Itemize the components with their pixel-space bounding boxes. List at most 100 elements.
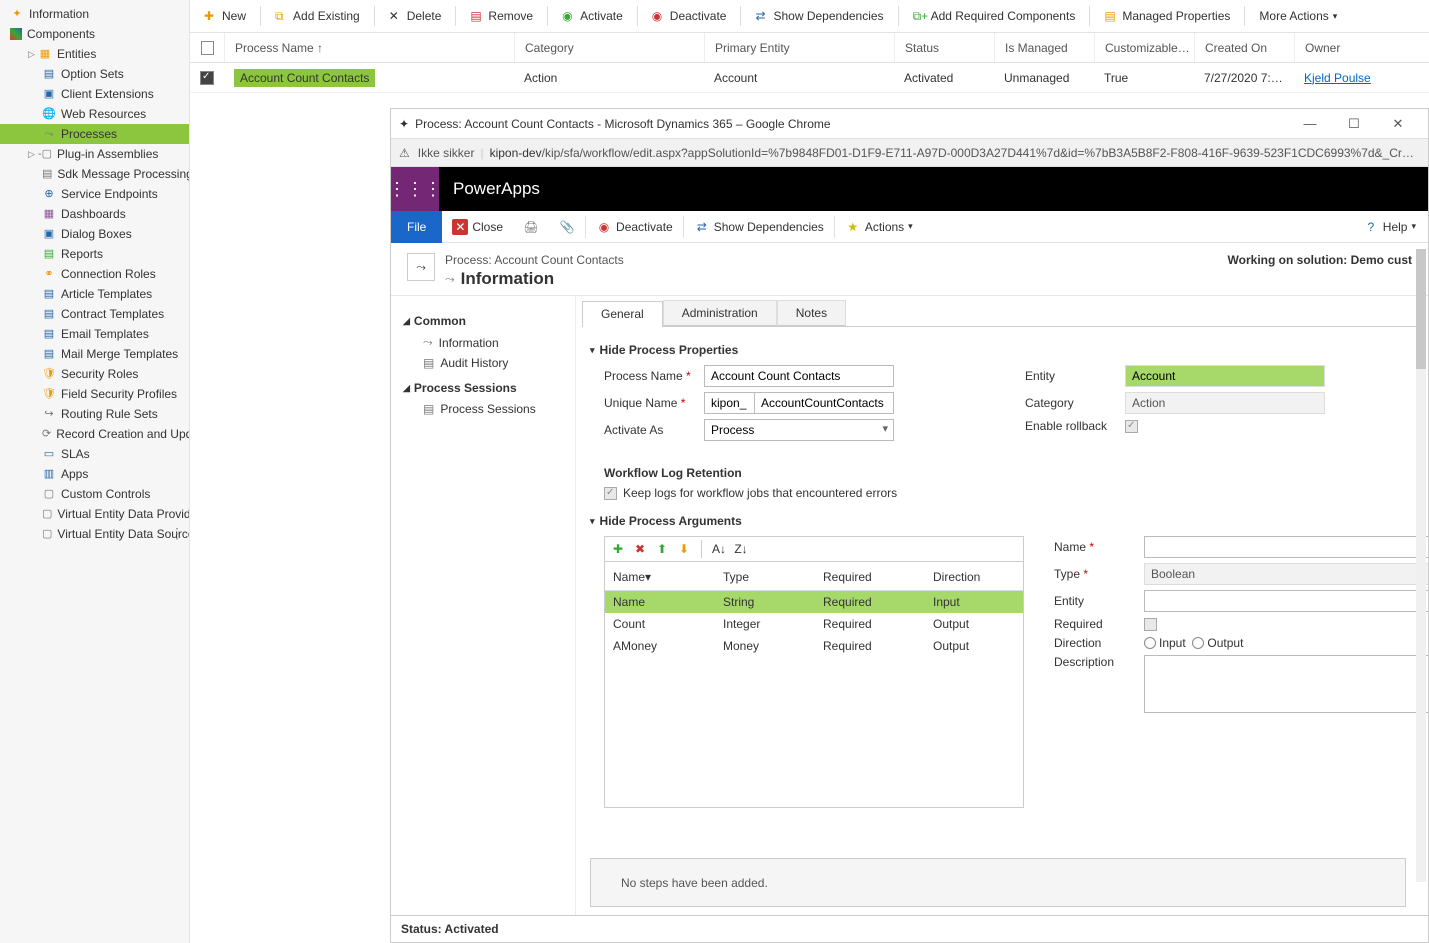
col-status[interactable]: Status (894, 33, 994, 62)
nav-article-templates[interactable]: ▤Article Templates (0, 284, 189, 304)
btn-remove[interactable]: ▤Remove (462, 4, 541, 28)
radio-direction-input[interactable] (1144, 637, 1156, 649)
radio-direction-output[interactable] (1192, 637, 1204, 649)
btn-add-existing[interactable]: ⧉Add Existing (267, 4, 368, 28)
nav-routing-rules[interactable]: ↪Routing Rule Sets (0, 404, 189, 424)
nav-group-common[interactable]: ◢Common (403, 314, 563, 328)
nav-field-security[interactable]: 🛡Field Security Profiles (0, 384, 189, 404)
tab-admin[interactable]: Administration (663, 300, 777, 326)
col-created-on[interactable]: Created On (1194, 33, 1294, 62)
args-col-required[interactable]: Required (819, 568, 929, 586)
nav-dialog-boxes[interactable]: ▣Dialog Boxes (0, 224, 189, 244)
checkbox-keep-logs[interactable] (604, 487, 617, 500)
arg-add[interactable]: ✚ (609, 540, 627, 558)
nav-ve-providers[interactable]: ▢Virtual Entity Data Providers (0, 504, 189, 524)
args-col-name[interactable]: Name▾ (609, 568, 719, 586)
ribbon-deactivate[interactable]: ◉Deactivate (586, 211, 683, 242)
select-activate-as[interactable] (704, 419, 894, 441)
nav-item-sessions[interactable]: ▤Process Sessions (403, 399, 563, 419)
ribbon-help[interactable]: ?Help ▾ (1363, 219, 1428, 235)
col-category[interactable]: Category (514, 33, 704, 62)
nav-mailmerge-templates[interactable]: ▤Mail Merge Templates (0, 344, 189, 364)
nav-components[interactable]: Components (0, 24, 189, 44)
nav-client-extensions[interactable]: ▣Client Extensions (0, 84, 189, 104)
col-primary-entity[interactable]: Primary Entity (704, 33, 894, 62)
form-switch-icon[interactable]: ⤳ (445, 272, 455, 287)
args-col-type[interactable]: Type (719, 568, 819, 586)
args-col-direction[interactable]: Direction (929, 568, 1019, 586)
arg-delete[interactable]: ✖ (631, 540, 649, 558)
checkbox-arg-required[interactable] (1144, 618, 1157, 631)
nav-apps[interactable]: ▥Apps (0, 464, 189, 484)
nav-sdk-messages[interactable]: ▤Sdk Message Processing St… (0, 164, 189, 184)
nav-dashboards[interactable]: ▦Dashboards (0, 204, 189, 224)
tab-general[interactable]: General (582, 301, 663, 327)
window-maximize[interactable]: ☐ (1332, 110, 1376, 138)
ribbon-save-icon[interactable]: 🖨 (513, 211, 549, 242)
checkbox-rollback[interactable] (1125, 420, 1138, 433)
nav-plugin-assemblies[interactable]: ▷-▢Plug-in Assemblies (0, 144, 189, 164)
input-arg-name[interactable] (1144, 536, 1428, 558)
input-process-name[interactable] (704, 365, 894, 387)
arg-move-down[interactable]: ⬇ (675, 540, 693, 558)
btn-show-dep[interactable]: ⇄Show Dependencies (747, 4, 891, 28)
btn-add-required[interactable]: ⧉+Add Required Components (905, 4, 1084, 28)
nav-entities[interactable]: ▷▦Entities (0, 44, 189, 64)
col-is-managed[interactable]: Is Managed (994, 33, 1094, 62)
nav-drag-handle[interactable]: ⋮ (170, 525, 182, 542)
window-close[interactable]: ✕ (1376, 110, 1420, 138)
btn-deactivate[interactable]: ◉Deactivate (644, 4, 735, 28)
tab-notes[interactable]: Notes (777, 300, 846, 326)
nav-processes[interactable]: ⤳Processes (0, 124, 189, 144)
nav-web-resources[interactable]: 🌐Web Resources (0, 104, 189, 124)
arg-row[interactable]: NameStringRequiredInput (605, 591, 1023, 613)
ribbon-attach[interactable]: 📎 (549, 211, 585, 242)
nav-ve-sources[interactable]: ▢Virtual Entity Data Sources (0, 524, 189, 544)
nav-reports[interactable]: ▤Reports (0, 244, 189, 264)
nav-service-endpoints[interactable]: ⊕Service Endpoints (0, 184, 189, 204)
arg-sort-asc[interactable]: A↓ (710, 540, 728, 558)
select-arg-entity[interactable] (1144, 590, 1428, 612)
nav-option-sets[interactable]: ▤Option Sets (0, 64, 189, 84)
arg-row[interactable]: CountIntegerRequiredOutput (605, 613, 1023, 635)
input-unique-prefix[interactable] (704, 392, 754, 414)
file-tab[interactable]: File (391, 211, 442, 243)
nav-slas[interactable]: ▭SLAs (0, 444, 189, 464)
ribbon-actions[interactable]: ★Actions ▾ (835, 211, 923, 242)
nav-item-information[interactable]: ⤳Information (403, 332, 563, 353)
vertical-scrollbar[interactable] (1416, 296, 1426, 882)
btn-managed-props[interactable]: ▤Managed Properties (1096, 4, 1238, 28)
row-owner-link[interactable]: Kjeld Poulse (1304, 71, 1371, 85)
select-arg-type[interactable] (1144, 563, 1428, 585)
ribbon-close[interactable]: ✕Close (442, 211, 513, 242)
input-unique-name[interactable] (754, 392, 894, 414)
btn-delete[interactable]: ✕Delete (381, 4, 450, 28)
select-all-checkbox[interactable] (201, 41, 214, 55)
nav-group-sessions[interactable]: ◢Process Sessions (403, 381, 563, 395)
nav-custom-controls[interactable]: ▢Custom Controls (0, 484, 189, 504)
app-launcher[interactable]: ⋮⋮⋮ (391, 167, 439, 211)
nav-connection-roles[interactable]: ⚭Connection Roles (0, 264, 189, 284)
col-owner[interactable]: Owner (1294, 33, 1429, 62)
arg-row[interactable]: AMoneyMoneyRequiredOutput (605, 635, 1023, 657)
section-process-arguments[interactable]: ▾Hide Process Arguments (590, 514, 1420, 528)
arg-move-up[interactable]: ⬆ (653, 540, 671, 558)
nav-information[interactable]: ✦Information (0, 4, 189, 24)
nav-record-creation[interactable]: ⟳Record Creation and Upda… (0, 424, 189, 444)
nav-item-audit[interactable]: ▤Audit History (403, 353, 563, 373)
grid-row[interactable]: Account Count Contacts Action Account Ac… (190, 63, 1429, 93)
window-minimize[interactable]: — (1288, 110, 1332, 138)
btn-more-actions[interactable]: More Actions ▾ (1251, 4, 1345, 28)
nav-contract-templates[interactable]: ▤Contract Templates (0, 304, 189, 324)
ribbon-show-dep[interactable]: ⇄Show Dependencies (684, 211, 834, 242)
btn-new[interactable]: ✚New (196, 4, 254, 28)
arg-sort-desc[interactable]: Z↓ (732, 540, 750, 558)
col-process-name[interactable]: Process Name ↑ (224, 33, 514, 62)
textarea-arg-description[interactable] (1144, 655, 1428, 713)
btn-activate[interactable]: ◉Activate (554, 4, 631, 28)
nav-security-roles[interactable]: 🛡Security Roles (0, 364, 189, 384)
col-customizable[interactable]: Customizable… (1094, 33, 1194, 62)
row-checkbox[interactable] (200, 71, 214, 85)
section-process-properties[interactable]: ▾Hide Process Properties (590, 343, 1420, 357)
nav-email-templates[interactable]: ▤Email Templates (0, 324, 189, 344)
